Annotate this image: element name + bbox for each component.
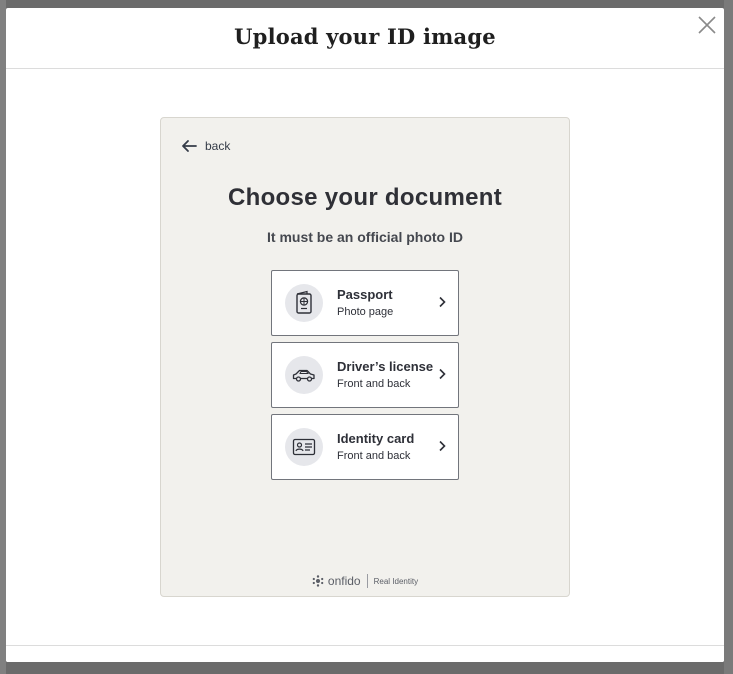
footer-divider	[366, 574, 368, 588]
document-label: Driver’s license	[337, 359, 434, 374]
car-icon	[292, 369, 315, 382]
close-icon	[698, 16, 716, 34]
document-hint: Front and back	[337, 378, 411, 390]
passport-icon	[296, 290, 312, 314]
brand-tagline: Real Identity	[373, 576, 419, 586]
id-card-icon	[292, 438, 316, 456]
document-option-identity-card[interactable]: Identity card Front and back	[271, 414, 459, 480]
chevron-right-icon	[439, 296, 446, 308]
chevron-right-icon	[439, 368, 446, 380]
close-button[interactable]	[696, 14, 718, 36]
modal-title: Upload your ID image	[234, 24, 496, 49]
page-title: Choose your document	[227, 184, 503, 211]
onfido-logo-icon	[312, 575, 324, 587]
brand-name: onfido	[327, 574, 361, 588]
arrow-left-icon	[182, 140, 197, 152]
document-selector-panel: back Choose your document It must be an …	[160, 117, 570, 597]
chevron-right-icon	[439, 440, 446, 452]
background-page-right	[724, 0, 733, 674]
document-option-drivers-license[interactable]: Driver’s license Front and back	[271, 342, 459, 408]
upload-id-modal: Upload your ID image back Choose your do…	[6, 8, 724, 662]
modal-footer	[6, 645, 724, 662]
modal-header: Upload your ID image	[6, 8, 724, 69]
document-list: Passport Photo page Driver’s license Fro	[271, 270, 459, 486]
document-option-passport[interactable]: Passport Photo page	[271, 270, 459, 336]
document-hint: Photo page	[337, 306, 394, 318]
back-label: back	[205, 139, 231, 153]
brand-logo: onfido	[312, 574, 361, 588]
document-hint: Front and back	[337, 450, 411, 462]
document-label: Passport	[337, 287, 393, 302]
document-label: Identity card	[337, 431, 415, 446]
page-subtitle: It must be an official photo ID	[267, 229, 463, 245]
powered-by-footer: onfido Real Identity	[161, 574, 569, 588]
back-button[interactable]: back	[181, 136, 230, 156]
